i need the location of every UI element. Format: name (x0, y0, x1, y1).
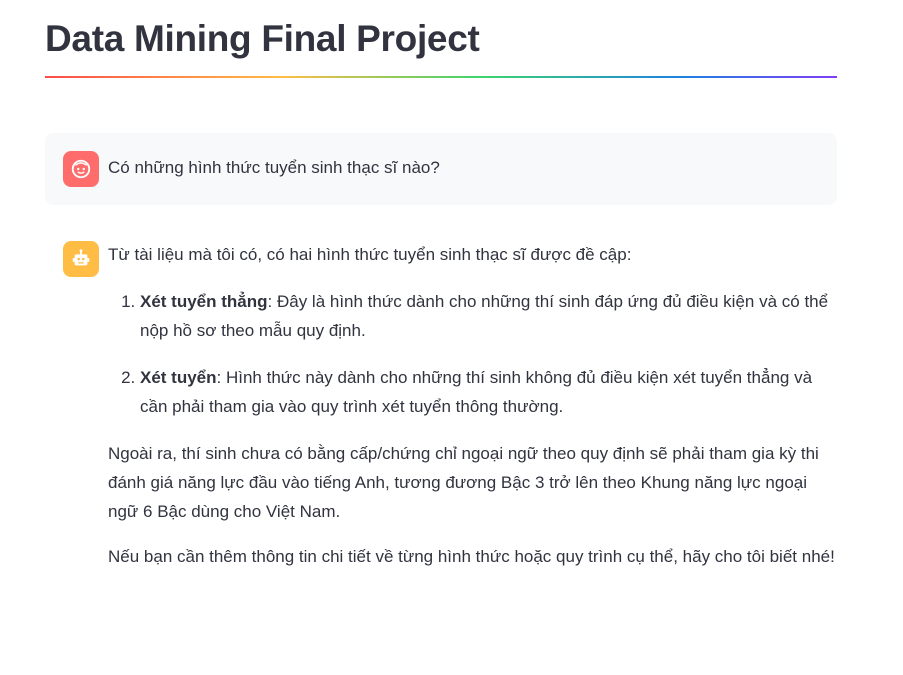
user-chat-message: Có những hình thức tuyển sinh thạc sĩ nà… (45, 133, 837, 205)
list-item: Xét tuyển thẳng: Đây là hình thức dành c… (140, 287, 838, 345)
assistant-chat-message: Từ tài liệu mà tôi có, có hai hình thức … (108, 240, 838, 587)
list-item: Xét tuyển: Hình thức này dành cho những … (140, 363, 838, 421)
user-avatar (63, 151, 99, 187)
page-title: Data Mining Final Project (45, 18, 480, 59)
assistant-paragraph: Nếu bạn cần thêm thông tin chi tiết về t… (108, 547, 835, 566)
user-message-text: Có những hình thức tuyển sinh thạc sĩ nà… (108, 158, 440, 177)
user-face-icon (71, 159, 91, 179)
assistant-intro: Từ tài liệu mà tôi có, có hai hình thức … (108, 245, 632, 264)
list-item-term: Xét tuyển thẳng (140, 292, 268, 311)
robot-icon (72, 249, 90, 266)
admission-methods-list: Xét tuyển thẳng: Đây là hình thức dành c… (108, 287, 838, 421)
list-item-text: : Hình thức này dành cho những thí sinh … (140, 368, 813, 416)
title-divider (45, 76, 837, 78)
assistant-avatar (63, 241, 99, 277)
list-item-term: Xét tuyển (140, 368, 217, 387)
assistant-paragraph: Ngoài ra, thí sinh chưa có bằng cấp/chứn… (108, 444, 819, 521)
